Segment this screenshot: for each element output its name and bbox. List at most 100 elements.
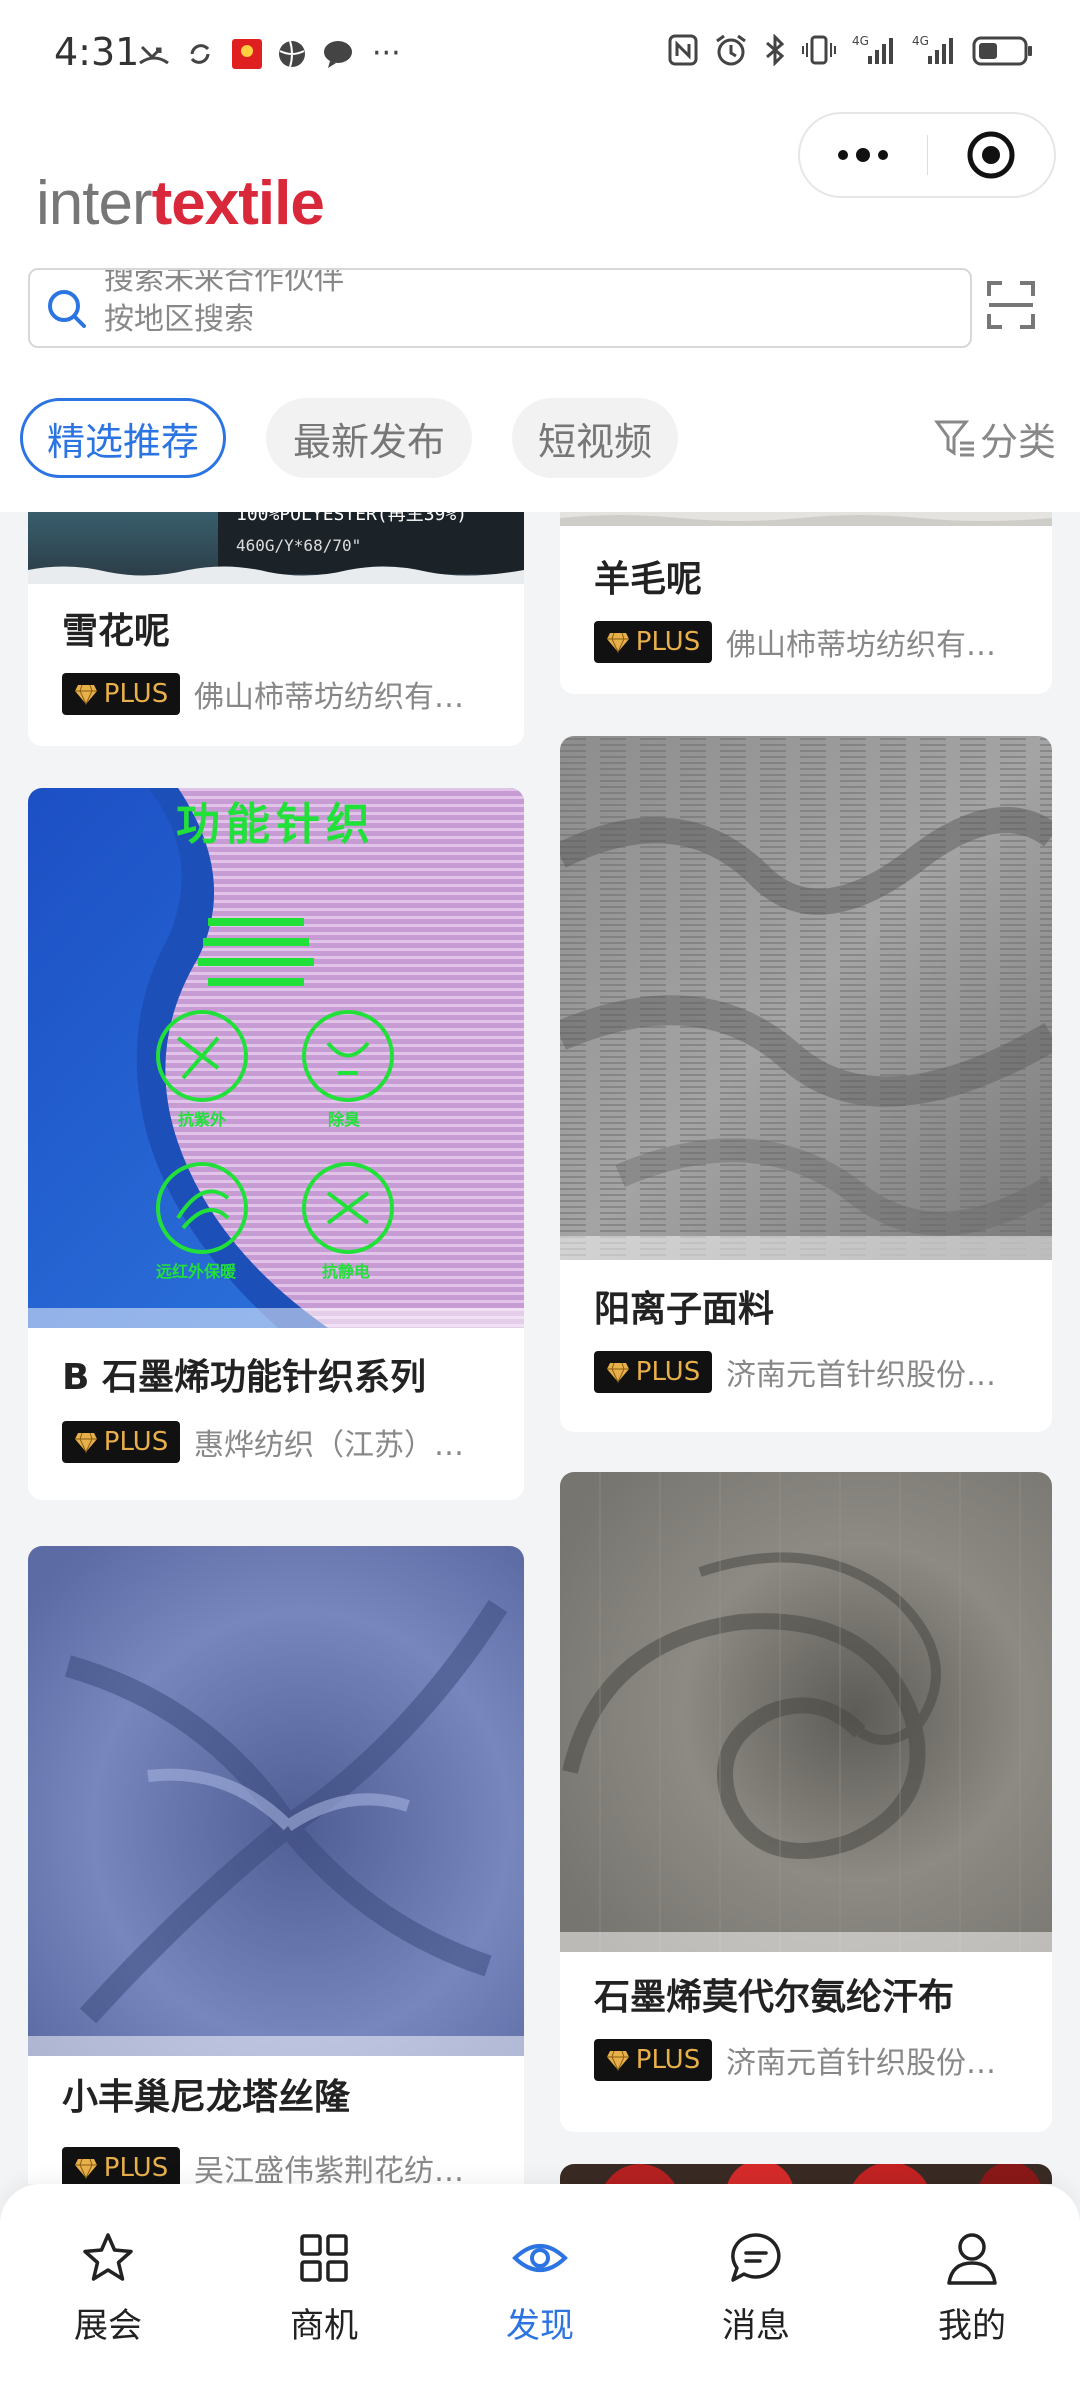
tab-short-video[interactable]: 短视频: [512, 398, 678, 478]
diamond-icon: [74, 2158, 97, 2179]
image-label: 远红外保暖: [156, 1262, 237, 1281]
tab-latest[interactable]: 最新发布: [266, 398, 472, 478]
search-input[interactable]: 搜索未来合作伙伴 按地区搜索: [28, 268, 972, 348]
target-icon: [967, 131, 1015, 179]
supplier-name: 吴江盛伟紫荆花纺织有限公司: [194, 2154, 484, 2184]
product-card[interactable]: 小丰巢尼龙塔丝隆 PLUS 吴江盛伟紫荆花纺织有限公司: [28, 1546, 524, 2184]
nav-business[interactable]: 商机: [254, 2230, 394, 2347]
product-title: 小丰巢尼龙塔丝隆: [62, 2077, 351, 2118]
diamond-icon: [606, 632, 629, 653]
supplier-name: 惠烨纺织（江苏）有限公司: [194, 1428, 484, 1463]
miniprogram-capsule: [798, 112, 1056, 198]
status-right-icons: 4G 4G: [668, 34, 1034, 66]
supplier-name: 济南元首针织股份有限公司: [726, 1358, 1016, 1393]
image-heading: 功能针织: [176, 799, 376, 850]
nav-label: 发现: [506, 2306, 574, 2346]
nav-profile[interactable]: 我的: [902, 2230, 1042, 2347]
signal-4g-icon: 4G: [912, 34, 953, 64]
plus-label: PLUS: [635, 1357, 701, 1387]
filter-icon: [934, 420, 974, 457]
more-dots-icon: [838, 148, 889, 162]
feed-tabs: 精选推荐 最新发布 短视频 分类: [0, 398, 1080, 498]
search-placeholder-line2: 按地区搜索: [104, 302, 254, 337]
svg-text:4G: 4G: [912, 34, 929, 48]
plus-label: PLUS: [103, 1427, 169, 1457]
battery-icon: [972, 36, 1032, 66]
eye-icon: [512, 2244, 568, 2272]
status-bar: 4:31 ··· 4G 4G: [0, 0, 1080, 112]
search-placeholder-line1: 搜索未来合作伙伴: [104, 268, 344, 297]
plus-badge: PLUS: [594, 621, 712, 663]
nfc-icon: [668, 34, 698, 66]
supplier-name: 佛山柿蒂坊纺织有限公司: [726, 628, 1016, 663]
product-card[interactable]: [560, 2164, 1052, 2184]
ball-icon: [279, 40, 305, 67]
plus-badge: PLUS: [594, 2039, 712, 2081]
plus-label: PLUS: [635, 2045, 701, 2075]
search-icon: [48, 290, 86, 328]
close-miniprogram-button[interactable]: [927, 112, 1054, 198]
image-caption-weight: 460G/Y*68/70": [236, 536, 362, 555]
missed-call-icon: [139, 45, 169, 64]
product-title: 石墨烯莫代尔氨纶汗布: [594, 1977, 955, 2018]
category-filter-button[interactable]: 分类: [934, 398, 1056, 478]
plus-badge: PLUS: [62, 2147, 180, 2184]
tab-featured[interactable]: 精选推荐: [20, 398, 226, 478]
product-card[interactable]: 功能针织 抗紫外 除臭 远红外保暖 抗静电 B 石墨烯功能针织系列 PLUS 惠…: [28, 788, 524, 1500]
image-label: 抗静电: [322, 1262, 371, 1281]
message-icon: [731, 2233, 781, 2282]
signal-4g-icon: 4G: [852, 34, 893, 64]
sync-icon: [190, 43, 210, 64]
product-title: 羊毛呢: [594, 559, 703, 600]
supplier-row: PLUS 济南元首针织股份有限公司: [594, 2038, 1016, 2082]
product-image: [28, 1546, 524, 2056]
supplier-row: PLUS 惠烨纺织（江苏）有限公司: [62, 1420, 484, 1464]
nav-discover[interactable]: 发现: [470, 2230, 610, 2347]
nav-label: 消息: [722, 2306, 790, 2346]
image-caption-composition: 100%POLYESTER(再生39%): [236, 512, 468, 525]
product-card[interactable]: 阳离子面料 PLUS 济南元首针织股份有限公司: [560, 736, 1052, 1432]
product-image: [560, 1472, 1052, 1952]
more-button[interactable]: [800, 112, 927, 198]
diamond-icon: [74, 684, 97, 705]
diamond-icon: [606, 2050, 629, 2071]
supplier-name: 佛山柿蒂坊纺织有限公司: [194, 680, 484, 715]
product-feed: 100%POLYESTER(再生39%) 460G/Y*68/70" 雪花呢 P…: [0, 512, 1080, 2184]
chat-bubble-icon: [324, 40, 352, 68]
plus-label: PLUS: [635, 627, 701, 657]
status-more: ···: [372, 36, 401, 71]
vibrate-icon: [802, 35, 836, 65]
product-image: [28, 788, 524, 1328]
product-card[interactable]: 石墨烯莫代尔氨纶汗布 PLUS 济南元首针织股份有限公司: [560, 1472, 1052, 2132]
plus-badge: PLUS: [62, 1421, 180, 1463]
logo-part-textile: textile: [151, 169, 325, 238]
nav-label: 展会: [74, 2306, 142, 2346]
diamond-icon: [74, 1432, 97, 1453]
logo-part-inter: inter: [36, 169, 153, 238]
product-card[interactable]: 100%POLYESTER(再生39%) 460G/Y*68/70" 雪花呢 P…: [28, 512, 524, 746]
nav-exhibition[interactable]: 展会: [38, 2230, 178, 2347]
app-notification-icon: [232, 38, 262, 69]
alarm-icon: [716, 34, 746, 66]
scan-icon[interactable]: [986, 280, 1036, 330]
plus-label: PLUS: [103, 679, 169, 709]
supplier-row: PLUS 佛山柿蒂坊纺织有限公司: [62, 672, 484, 716]
image-label: 除臭: [328, 1110, 361, 1129]
product-card[interactable]: 羊毛呢 PLUS 佛山柿蒂坊纺织有限公司: [560, 512, 1052, 694]
product-image: [560, 736, 1052, 1260]
user-icon: [947, 2233, 997, 2285]
supplier-row: PLUS 济南元首针织股份有限公司: [594, 1350, 1016, 1394]
grid-icon: [300, 2234, 348, 2282]
nav-label: 商机: [290, 2306, 358, 2346]
intertextile-logo: intertextile: [36, 168, 325, 239]
product-image: [560, 2164, 1052, 2184]
product-title: 阳离子面料: [594, 1289, 775, 1330]
supplier-row: PLUS 吴江盛伟紫荆花纺织有限公司: [62, 2146, 484, 2184]
diamond-icon: [606, 1362, 629, 1383]
plus-badge: PLUS: [594, 1351, 712, 1393]
bluetooth-icon: [766, 34, 785, 66]
product-image: [560, 512, 1052, 526]
nav-messages[interactable]: 消息: [686, 2230, 826, 2347]
nav-label: 我的: [938, 2306, 1006, 2346]
star-icon: [83, 2233, 133, 2281]
